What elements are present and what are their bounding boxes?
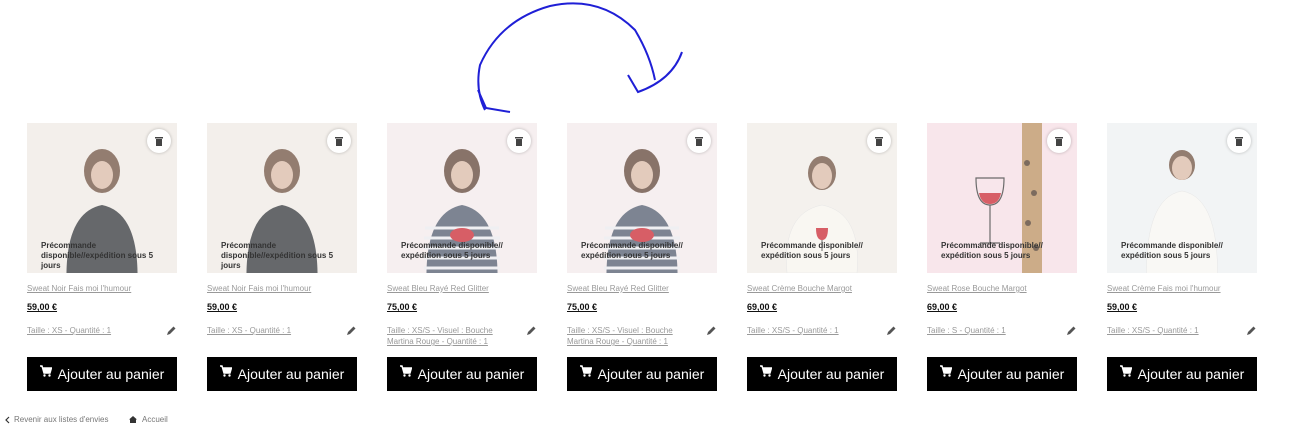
product-options: Taille : S - Quantité : 1	[927, 325, 1077, 351]
cart-icon	[39, 365, 52, 377]
trash-icon	[155, 136, 163, 146]
add-to-cart-label: Ajouter au panier	[597, 366, 705, 382]
product-price: 59,00 €	[27, 302, 58, 312]
add-to-cart-button[interactable]: Ajouter au panier	[387, 357, 537, 391]
add-to-cart-button[interactable]: Ajouter au panier	[747, 357, 897, 391]
product-options: Taille : XS/S - Visuel : Bouche Martina …	[387, 325, 537, 351]
product-image[interactable]: Précommande disponible// expédition sous…	[747, 123, 897, 273]
add-to-cart-label: Ajouter au panier	[417, 366, 525, 382]
add-to-cart-label: Ajouter au panier	[237, 366, 345, 382]
product-image[interactable]: Précommande disponible// expédition sous…	[927, 123, 1077, 273]
product-image[interactable]: Précommande disponible//expédition sous …	[207, 123, 357, 273]
product-card: Précommande disponible// expédition sous…	[567, 123, 717, 391]
add-to-cart-label: Ajouter au panier	[57, 366, 165, 382]
pencil-icon[interactable]	[885, 325, 897, 337]
product-price: 69,00 €	[927, 302, 958, 312]
product-price: 75,00 €	[567, 302, 598, 312]
trash-icon	[875, 136, 883, 146]
product-price: 69,00 €	[747, 302, 778, 312]
home-label: Accueil	[142, 415, 168, 424]
product-name-link[interactable]: Sweat Crème Bouche Margot	[747, 284, 897, 294]
trash-icon	[515, 136, 523, 146]
product-image[interactable]: Précommande disponible//expédition sous …	[27, 123, 177, 273]
chevron-left-icon	[5, 416, 10, 423]
cart-icon	[579, 365, 592, 377]
add-to-cart-label: Ajouter au panier	[777, 366, 885, 382]
trash-icon	[335, 136, 343, 146]
add-to-cart-label: Ajouter au panier	[957, 366, 1065, 382]
cart-icon	[759, 365, 772, 377]
preorder-note: Précommande disponible// expédition sous…	[401, 241, 503, 260]
preorder-note: Précommande disponible// expédition sous…	[1121, 241, 1223, 260]
footer-links: Revenir aux listes d'envies Accueil	[0, 410, 400, 430]
wishlist-products: Précommande disponible//expédition sous …	[0, 0, 1297, 400]
product-options-text[interactable]: Taille : XS/S - Quantité : 1	[1107, 326, 1199, 335]
pencil-icon[interactable]	[705, 325, 717, 337]
pencil-icon[interactable]	[1245, 325, 1257, 337]
preorder-note: Précommande disponible//expédition sous …	[221, 241, 334, 270]
pencil-icon[interactable]	[1065, 325, 1077, 337]
product-options: Taille : XS - Quantité : 1	[207, 325, 357, 351]
cart-icon	[219, 365, 232, 377]
product-image[interactable]: Précommande disponible// expédition sous…	[567, 123, 717, 273]
product-card: Précommande disponible//expédition sous …	[27, 123, 177, 391]
product-name-link[interactable]: Sweat Noir Fais moi l'humour	[27, 284, 177, 294]
product-options-text[interactable]: Taille : XS/S - Visuel : Bouche Martina …	[387, 326, 493, 346]
product-card: Précommande disponible// expédition sous…	[927, 123, 1077, 391]
preorder-note: Précommande disponible// expédition sous…	[761, 241, 863, 260]
product-name-link[interactable]: Sweat Bleu Rayé Red Glitter	[567, 284, 717, 294]
back-to-wishlists-link[interactable]: Revenir aux listes d'envies	[4, 415, 108, 424]
product-image[interactable]: Précommande disponible// expédition sous…	[387, 123, 537, 273]
preorder-note: Précommande disponible// expédition sous…	[941, 241, 1043, 260]
delete-button[interactable]	[327, 129, 351, 153]
product-price: 59,00 €	[207, 302, 238, 312]
product-options: Taille : XS/S - Visuel : Bouche Martina …	[567, 325, 717, 351]
home-icon	[129, 416, 137, 423]
add-to-cart-button[interactable]: Ajouter au panier	[207, 357, 357, 391]
product-options-text[interactable]: Taille : S - Quantité : 1	[927, 326, 1006, 335]
product-image[interactable]: Précommande disponible// expédition sous…	[1107, 123, 1257, 273]
pencil-icon[interactable]	[525, 325, 537, 337]
cart-icon	[399, 365, 412, 377]
pencil-icon[interactable]	[345, 325, 357, 337]
product-card: Précommande disponible// expédition sous…	[747, 123, 897, 391]
cart-icon	[1119, 365, 1132, 377]
delete-button[interactable]	[147, 129, 171, 153]
trash-icon	[695, 136, 703, 146]
add-to-cart-button[interactable]: Ajouter au panier	[567, 357, 717, 391]
product-name-link[interactable]: Sweat Rose Bouche Margot	[927, 284, 1077, 294]
trash-icon	[1235, 136, 1243, 146]
preorder-note: Précommande disponible// expédition sous…	[581, 241, 683, 260]
product-options-text[interactable]: Taille : XS/S - Visuel : Bouche Martina …	[567, 326, 673, 346]
back-to-wishlists-label: Revenir aux listes d'envies	[14, 415, 109, 424]
product-options: Taille : XS - Quantité : 1	[27, 325, 177, 351]
product-options: Taille : XS/S - Quantité : 1	[747, 325, 897, 351]
add-to-cart-label: Ajouter au panier	[1137, 366, 1245, 382]
pencil-icon[interactable]	[165, 325, 177, 337]
preorder-note: Précommande disponible//expédition sous …	[41, 241, 154, 270]
product-price: 75,00 €	[387, 302, 418, 312]
add-to-cart-button[interactable]: Ajouter au panier	[27, 357, 177, 391]
product-price: 59,00 €	[1107, 302, 1138, 312]
delete-button[interactable]	[507, 129, 531, 153]
delete-button[interactable]	[687, 129, 711, 153]
delete-button[interactable]	[867, 129, 891, 153]
delete-button[interactable]	[1047, 129, 1071, 153]
cart-icon	[939, 365, 952, 377]
trash-icon	[1055, 136, 1063, 146]
product-card: Précommande disponible// expédition sous…	[1107, 123, 1257, 391]
product-options-text[interactable]: Taille : XS - Quantité : 1	[27, 326, 111, 335]
product-name-link[interactable]: Sweat Bleu Rayé Red Glitter	[387, 284, 537, 294]
product-name-link[interactable]: Sweat Crème Fais moi l'humour	[1107, 284, 1257, 294]
product-card: Précommande disponible//expédition sous …	[207, 123, 357, 391]
add-to-cart-button[interactable]: Ajouter au panier	[927, 357, 1077, 391]
product-options-text[interactable]: Taille : XS/S - Quantité : 1	[747, 326, 839, 335]
home-link[interactable]: Accueil	[128, 415, 168, 424]
delete-button[interactable]	[1227, 129, 1251, 153]
product-name-link[interactable]: Sweat Noir Fais moi l'humour	[207, 284, 357, 294]
product-card: Précommande disponible// expédition sous…	[387, 123, 537, 391]
product-options-text[interactable]: Taille : XS - Quantité : 1	[207, 326, 291, 335]
add-to-cart-button[interactable]: Ajouter au panier	[1107, 357, 1257, 391]
product-options: Taille : XS/S - Quantité : 1	[1107, 325, 1257, 351]
